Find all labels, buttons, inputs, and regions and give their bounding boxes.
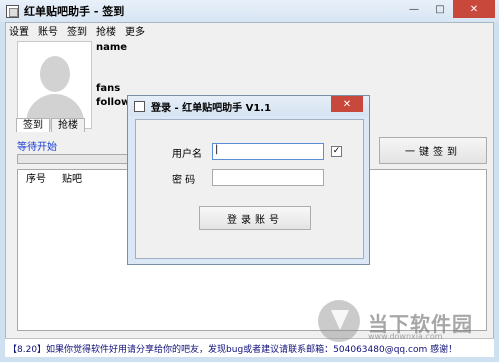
column-index[interactable]: 序号 [26, 170, 46, 185]
tab-grab-floor[interactable]: 抢楼 [51, 118, 85, 132]
menu-settings[interactable]: 设置 [9, 23, 29, 38]
avatar [17, 41, 92, 129]
column-forum[interactable]: 贴吧 [62, 170, 82, 185]
menu-signin[interactable]: 签到 [67, 23, 87, 38]
window-title: 红单贴吧助手 - 签到 [24, 5, 125, 18]
username-label: 用户名 [172, 149, 202, 160]
password-label: 密 码 [172, 175, 196, 186]
main-window: 红单贴吧助手 - 签到 — □ ✕ 设置 账号 签到 抢楼 更多 name fa… [0, 0, 499, 362]
progress-bar [17, 154, 135, 164]
menu-bar: 设置 账号 签到 抢楼 更多 [6, 23, 493, 38]
maximize-button[interactable]: □ [427, 0, 453, 18]
close-button[interactable]: ✕ [453, 0, 495, 18]
profile-name-label: name [96, 42, 128, 53]
menu-grab-floor[interactable]: 抢楼 [96, 23, 116, 38]
dialog-app-icon [134, 100, 145, 112]
watermark-url: www.downxia.com [368, 332, 443, 341]
app-icon [6, 4, 19, 18]
title-bar[interactable]: 红单贴吧助手 - 签到 — □ ✕ [0, 0, 499, 22]
minimize-button[interactable]: — [401, 0, 427, 18]
status-text: 等待开始 [17, 142, 57, 153]
window-controls: — □ ✕ [401, 0, 495, 18]
dialog-title: 登录 - 红单贴吧助手 V1.1 [151, 102, 272, 114]
dialog-title-bar[interactable]: 登录 - 红单贴吧助手 V1.1 ✕ [128, 96, 369, 116]
dialog-body: 用户名 | ✓ 密 码 登录账号 [135, 119, 364, 259]
tab-strip: 签到 抢楼 [16, 118, 86, 132]
username-input[interactable]: | [212, 143, 324, 160]
profile-fans-label: fans [96, 83, 121, 94]
menu-more[interactable]: 更多 [125, 23, 145, 38]
remember-checkbox[interactable]: ✓ [331, 146, 342, 157]
profile-follow-label: follow [96, 97, 131, 108]
login-dialog: 登录 - 红单贴吧助手 V1.1 ✕ 用户名 | ✓ 密 码 登录账号 [127, 95, 370, 265]
menu-account[interactable]: 账号 [38, 23, 58, 38]
tab-signin[interactable]: 签到 [16, 118, 50, 132]
password-input[interactable] [212, 169, 324, 186]
avatar-head-icon [40, 56, 70, 92]
dialog-close-button[interactable]: ✕ [331, 96, 363, 112]
watermark-logo-icon [318, 300, 360, 342]
login-button[interactable]: 登录账号 [199, 206, 311, 230]
one-click-signin-button[interactable]: 一键签到 [379, 137, 487, 164]
